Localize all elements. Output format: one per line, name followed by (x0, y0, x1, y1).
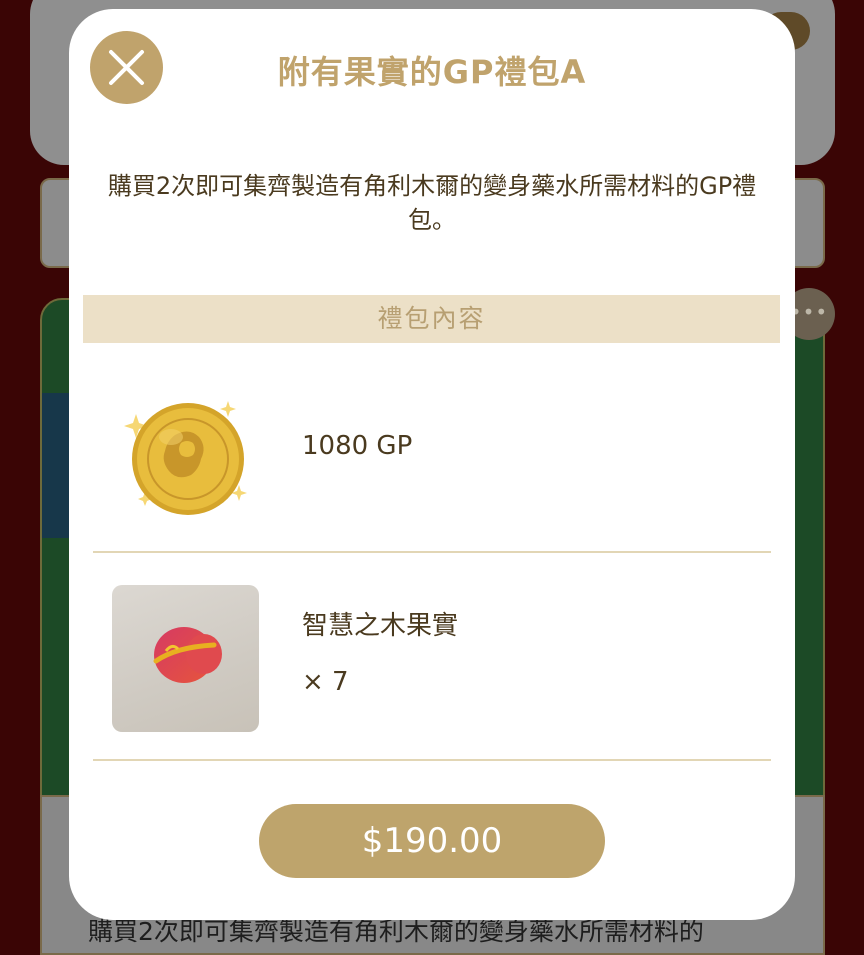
dialog-description: 購買2次即可集齊製造有角利木爾的變身藥水所需材料的GP禮包。 (107, 172, 757, 234)
package-dialog: 附有果實的GP禮包A 購買2次即可集齊製造有角利木爾的變身藥水所需材料的GP禮包… (69, 9, 795, 920)
close-icon (109, 50, 144, 85)
package-item: 1080 GP (93, 371, 771, 553)
item-name-fruit: 智慧之木果實 (302, 611, 459, 641)
item-thumbnail (112, 585, 259, 732)
dialog-title: 附有果實的GP禮包A (277, 53, 587, 91)
item-quantity: × 7 (302, 667, 349, 697)
package-item: 智慧之木果實 × 7 (93, 569, 771, 761)
fruit-icon (153, 627, 222, 683)
close-button[interactable] (90, 31, 163, 104)
section-header: 禮包內容 (83, 295, 780, 343)
background-panel-image (42, 393, 72, 538)
gp-coin-icon (124, 401, 247, 515)
item-name-gp: 1080 GP (302, 431, 413, 461)
purchase-button[interactable]: $190.00 (259, 804, 605, 878)
